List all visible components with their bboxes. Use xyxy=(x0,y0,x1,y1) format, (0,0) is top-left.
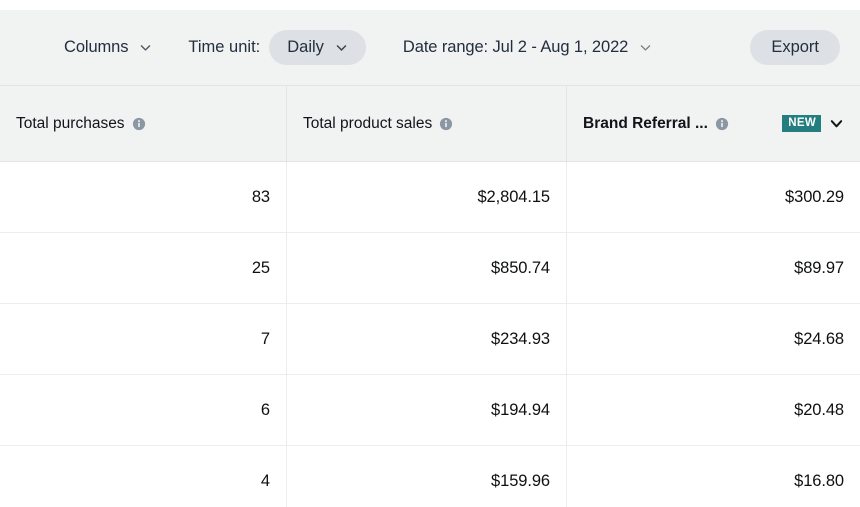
cell-value: $850.74 xyxy=(491,258,550,277)
info-icon[interactable] xyxy=(439,117,453,131)
cell-value: $300.29 xyxy=(785,187,844,206)
chevron-down-icon xyxy=(335,41,348,54)
cell-value: $234.93 xyxy=(491,329,550,348)
analytics-table-panel: Columns Time unit: Daily Date range: Jul… xyxy=(0,0,860,507)
info-icon[interactable] xyxy=(132,117,146,131)
cell-brand-referral: $20.48 xyxy=(567,375,860,445)
cell-value: $16.80 xyxy=(794,471,844,490)
cell-brand-referral: $89.97 xyxy=(567,233,860,303)
new-badge: NEW xyxy=(782,114,821,133)
cell-value: $2,804.15 xyxy=(477,187,550,206)
cell-total-product-sales: $194.94 xyxy=(287,375,567,445)
column-header-total-product-sales[interactable]: Total product sales xyxy=(287,86,567,161)
table-toolbar: Columns Time unit: Daily Date range: Jul… xyxy=(0,10,860,86)
table-row: 7 $234.93 $24.68 xyxy=(0,304,860,375)
cell-value: 83 xyxy=(251,187,270,206)
columns-button-label: Columns xyxy=(64,38,129,56)
cell-value: 7 xyxy=(260,329,270,348)
cell-total-purchases: 6 xyxy=(0,375,287,445)
cell-brand-referral: $16.80 xyxy=(567,446,860,507)
cell-value: 6 xyxy=(260,400,270,419)
columns-button[interactable]: Columns xyxy=(60,32,156,63)
cell-total-purchases: 7 xyxy=(0,304,287,374)
time-unit-value: Daily xyxy=(287,38,324,57)
time-unit-select[interactable]: Daily xyxy=(269,30,366,65)
export-button[interactable]: Export xyxy=(750,30,840,65)
table-row: 4 $159.96 $16.80 xyxy=(0,446,860,507)
info-icon[interactable] xyxy=(715,117,729,131)
metrics-table: Total purchases Total product sales Bran… xyxy=(0,86,860,507)
table-header-row: Total purchases Total product sales Bran… xyxy=(0,86,860,162)
cell-total-product-sales: $2,804.15 xyxy=(287,162,567,232)
cell-value: 25 xyxy=(251,258,270,277)
time-unit-label: Time unit: xyxy=(188,38,261,56)
cell-total-product-sales: $850.74 xyxy=(287,233,567,303)
table-row: 83 $2,804.15 $300.29 xyxy=(0,162,860,233)
table-row: 6 $194.94 $20.48 xyxy=(0,375,860,446)
chevron-down-icon xyxy=(639,41,652,54)
cell-value: $159.96 xyxy=(491,471,550,490)
column-header-label: Brand Referral ... xyxy=(583,114,708,132)
cell-total-purchases: 83 xyxy=(0,162,287,232)
cell-brand-referral: $24.68 xyxy=(567,304,860,374)
column-header-label: Total purchases xyxy=(16,114,125,132)
chevron-down-icon[interactable] xyxy=(829,116,844,131)
cell-total-purchases: 25 xyxy=(0,233,287,303)
table-row: 25 $850.74 $89.97 xyxy=(0,233,860,304)
date-range-button[interactable]: Date range: Jul 2 - Aug 1, 2022 xyxy=(399,32,656,63)
cell-total-product-sales: $234.93 xyxy=(287,304,567,374)
cell-value: $194.94 xyxy=(491,400,550,419)
cell-brand-referral: $300.29 xyxy=(567,162,860,232)
date-range-label: Date range: Jul 2 - Aug 1, 2022 xyxy=(402,38,629,56)
cell-total-purchases: 4 xyxy=(0,446,287,507)
cell-total-product-sales: $159.96 xyxy=(287,446,567,507)
cell-value: $24.68 xyxy=(794,329,844,348)
cell-value: $89.97 xyxy=(794,258,844,277)
cell-value: $20.48 xyxy=(794,400,844,419)
column-header-total-purchases[interactable]: Total purchases xyxy=(0,86,287,161)
cell-value: 4 xyxy=(260,471,270,490)
export-button-wrap: Export xyxy=(750,30,840,65)
column-header-brand-referral[interactable]: Brand Referral ... NEW xyxy=(567,86,860,161)
chevron-down-icon xyxy=(139,41,152,54)
top-gutter xyxy=(0,0,860,10)
column-header-label: Total product sales xyxy=(303,114,433,132)
